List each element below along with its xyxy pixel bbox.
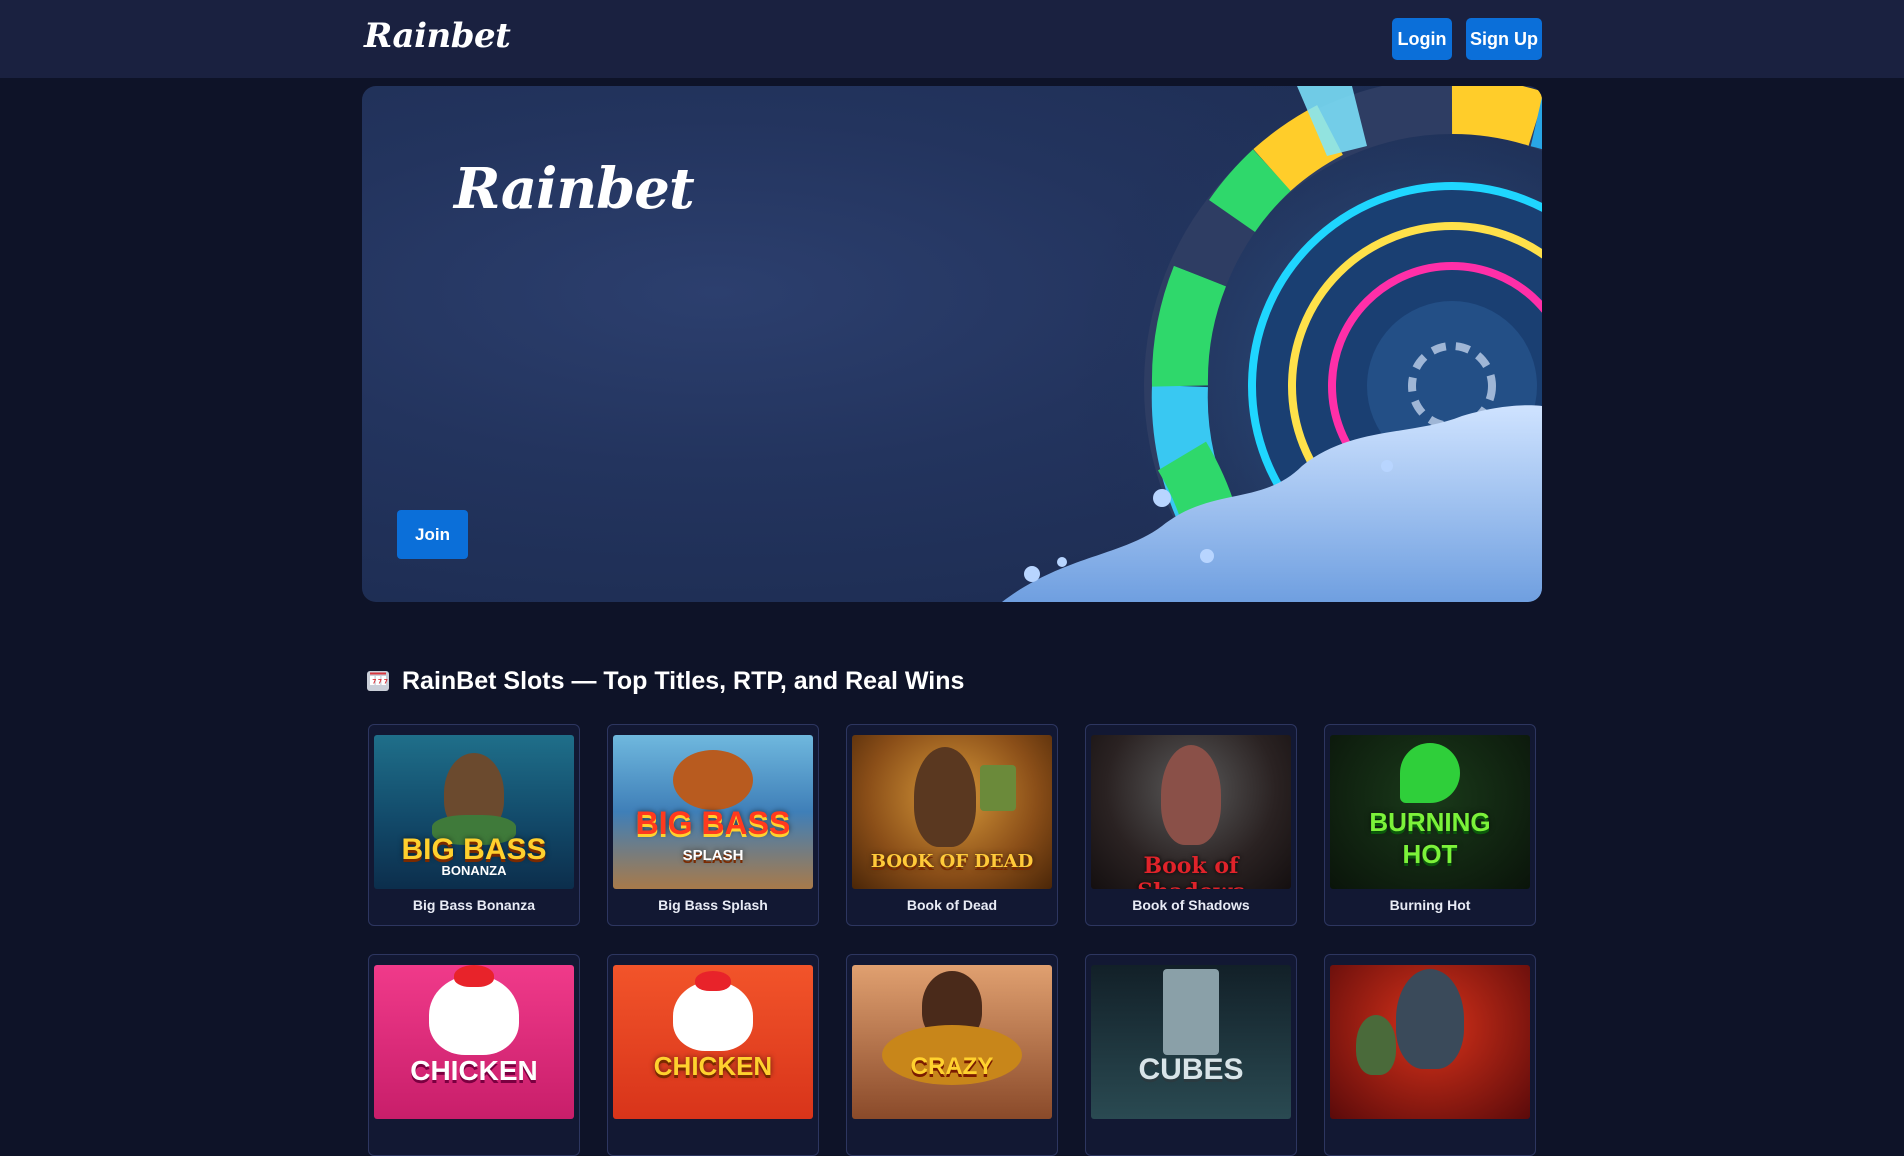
game-art-title: BIG BASS [401,833,547,866]
hero-rainbet-logo: Rainbet [454,156,695,222]
game-card[interactable]: BURNING HOT Burning Hot [1324,724,1536,926]
game-thumbnail: CHICKEN [374,965,574,1119]
game-thumbnail: BIG BASS SPLASH [613,735,813,889]
game-art-title: CRAZY [910,1053,994,1080]
game-art-subtitle: BONANZA [441,863,507,878]
game-art-title: BURNING [1369,807,1491,837]
game-name: Burning Hot [1389,897,1471,913]
game-art-title: CHICKEN [410,1055,538,1086]
game-card[interactable]: CUBES [1085,954,1297,1156]
game-name: Big Bass Bonanza [412,897,536,913]
hero-banner[interactable]: Rainbet Join [362,86,1542,602]
game-name: Book of Dead [906,897,998,913]
join-button[interactable]: Join [397,510,468,559]
login-button[interactable]: Login [1392,18,1452,60]
sign-up-button[interactable]: Sign Up [1466,18,1542,60]
game-card[interactable]: CHICKEN [607,954,819,1156]
top-navbar: Rainbet Login Sign Up [0,0,1904,78]
game-card[interactable] [1324,954,1536,1156]
game-card[interactable]: BOOK OF DEAD Book of Dead [846,724,1058,926]
game-card[interactable]: Book of Shadows Book of Shadows [1085,724,1297,926]
game-grid: BIG BASS BONANZA Big Bass Bonanza BIG BA… [368,724,1536,1156]
game-card[interactable]: CHICKEN [368,954,580,1156]
svg-text:7: 7 [384,679,388,686]
game-name: Book of Shadows [1132,897,1250,913]
game-name: Big Bass Splash [658,897,768,913]
game-art-title: CUBES [1138,1053,1244,1086]
game-thumbnail: BOOK OF DEAD [852,735,1052,889]
section-title: RainBet Slots — Top Titles, RTP, and Rea… [402,666,965,695]
game-art-subtitle: HOT [1402,839,1458,869]
game-art-title: BOOK OF DEAD [870,851,1034,872]
game-thumbnail [1330,965,1530,1119]
navbar-container: Rainbet Login Sign Up [362,0,1542,78]
game-thumbnail: BIG BASS BONANZA [374,735,574,889]
slot-machine-icon: 7 7 7 [367,671,389,691]
game-thumbnail: CUBES [1091,965,1291,1119]
game-card[interactable]: BIG BASS SPLASH Big Bass Splash [607,724,819,926]
game-thumbnail: CRAZY [852,965,1052,1119]
game-card[interactable]: CRAZY [846,954,1058,1156]
game-art-title: CHICKEN [653,1051,773,1081]
game-thumbnail: Book of Shadows [1091,735,1291,889]
game-art-title: Book of Shadows [1137,853,1245,889]
rainbet-logo[interactable]: Rainbet [364,16,511,56]
game-thumbnail: CHICKEN [613,965,813,1119]
svg-text:7: 7 [372,679,376,686]
game-card[interactable]: BIG BASS BONANZA Big Bass Bonanza [368,724,580,926]
game-art-subtitle: SPLASH [682,847,744,864]
game-thumbnail: BURNING HOT [1330,735,1530,889]
slots-section-header: 7 7 7 RainBet Slots — Top Titles, RTP, a… [366,664,964,698]
svg-text:7: 7 [378,679,382,686]
game-art-title: BIG BASS [635,805,791,841]
